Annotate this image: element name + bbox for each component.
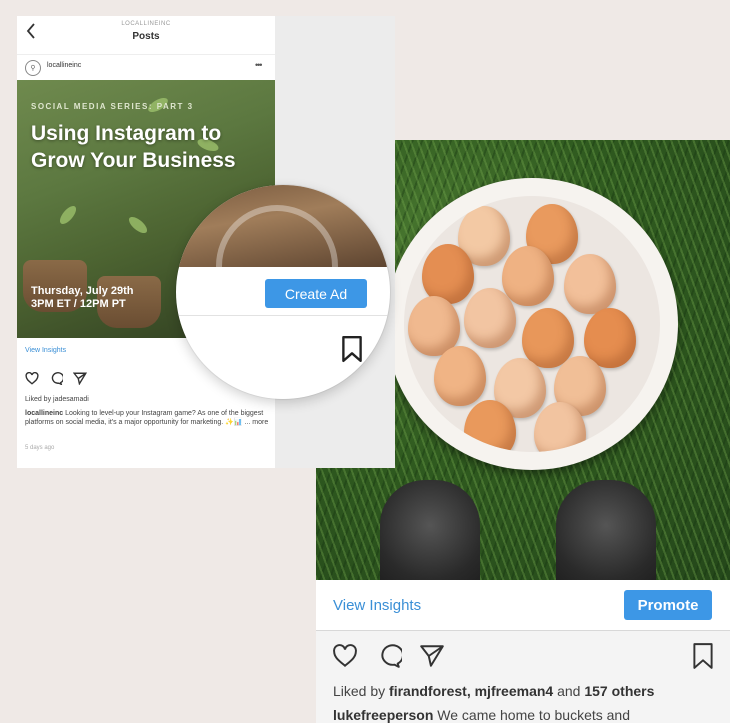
page-title: Posts [132,31,160,42]
magnified-logo-ring [216,205,338,327]
promo-time-line: 3PM ET / 12PM PT [31,298,126,310]
promo-headline: Using Instagram to Grow Your Business [31,122,236,172]
egg [434,346,486,406]
likes-others[interactable]: 157 others [584,683,654,699]
account-name-small: LOCALLINEINC [121,21,171,27]
magnified-image [176,185,390,327]
time-ago: 5 days ago [25,445,55,451]
comment-icon[interactable] [376,644,402,668]
post-header: ⚲ locallineinc ••• [17,54,275,79]
egg [464,288,516,348]
create-ad-button[interactable]: Create Ad [265,279,367,308]
egg [564,254,616,314]
share-icon[interactable] [419,644,445,668]
divider [176,315,390,316]
posts-topbar: LOCALLINEINC Posts [17,16,275,48]
caption-text: We came home to buckets and [433,707,630,723]
promo-date-line: Thursday, July 29th [31,285,134,297]
more-icon[interactable]: ••• [255,60,263,70]
magnifier-callout: Create Ad [176,185,390,399]
egg [502,246,554,306]
promote-button[interactable]: Promote [624,590,712,620]
leaf [57,203,79,227]
likes-users[interactable]: firandforest, mjfreeman4 [389,683,553,699]
boot-left [380,480,480,580]
bowl-interior [404,196,660,452]
share-icon[interactable] [73,372,87,385]
likes-middle: and [553,683,585,699]
egg-bowl [386,178,678,470]
series-label: SOCIAL MEDIA SERIES: PART 3 [31,102,194,111]
view-insights-link-small[interactable]: View Insights [25,347,66,354]
caption-username-small[interactable]: locallineinc [25,410,63,417]
comment-icon[interactable] [49,372,63,385]
heart-icon[interactable] [332,644,358,668]
caption-username[interactable]: lukefreeperson [333,707,433,723]
post-actions-small [23,372,123,388]
view-insights-link[interactable]: View Insights [333,597,421,614]
avatar[interactable]: ⚲ [25,60,41,76]
post-actions [316,638,730,674]
caption-block: locallineinc Looking to level-up your In… [25,409,269,427]
bookmark-icon[interactable] [341,335,363,363]
likes-prefix: Liked by [333,683,390,699]
egg [422,244,474,304]
post-username[interactable]: locallineinc [47,62,81,69]
likes-line: Liked by firandforest, mjfreeman4 and 15… [333,683,654,699]
insights-toolbar: View Insights Promote [316,580,730,631]
egg [522,308,574,368]
caption-line: lukefreeperson We came home to buckets a… [333,707,630,723]
liked-by-line: Liked by jadesamadi [25,396,89,403]
leaf [126,214,150,236]
boot-right [556,480,656,580]
promo-date: Thursday, July 29th 3PM ET / 12PM PT [31,285,134,311]
bookmark-icon[interactable] [692,642,714,670]
heart-icon[interactable] [25,372,39,385]
